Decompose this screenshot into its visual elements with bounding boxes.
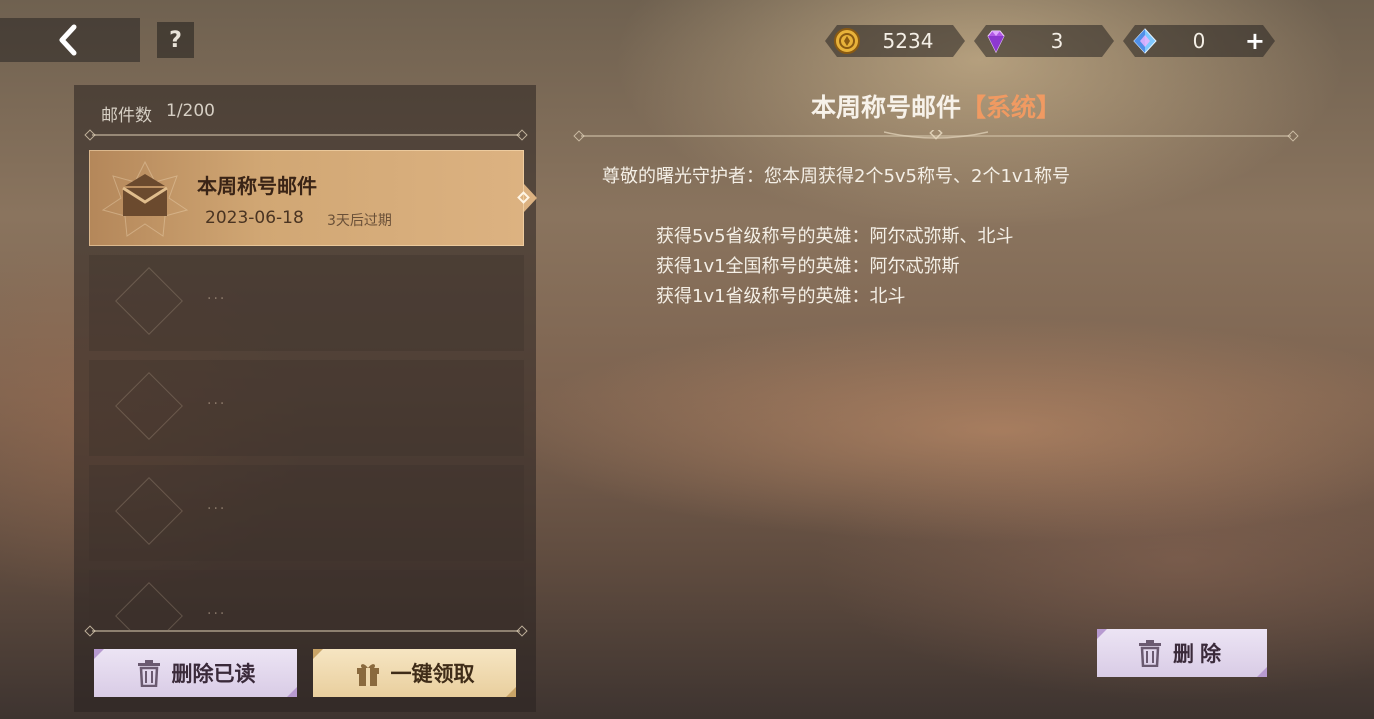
purple-gem-icon xyxy=(982,27,1010,55)
delete-read-button[interactable]: 删除已读 xyxy=(94,649,297,697)
back-button[interactable] xyxy=(0,18,140,62)
trash-icon xyxy=(1139,640,1161,667)
mail-body-line: 获得5v5省级称号的英雄：阿尔忒弥斯、北斗 xyxy=(656,226,1014,247)
corner-accent xyxy=(1257,667,1267,677)
gold-currency: 5234 xyxy=(825,25,965,57)
mail-body-line: 获得1v1省级称号的英雄：北斗 xyxy=(656,286,906,307)
mail-item-date: 2023-06-18 xyxy=(205,208,304,228)
list-top-divider xyxy=(92,134,520,136)
list-bottom-divider xyxy=(92,630,520,632)
corner-accent xyxy=(287,687,297,697)
empty-slot-dots: ··· xyxy=(207,291,227,307)
trash-icon xyxy=(137,660,160,687)
corner-accent xyxy=(94,649,104,659)
blue-crystal-icon xyxy=(1131,27,1159,55)
gold-coin-icon xyxy=(833,27,861,55)
mail-item-title: 本周称号邮件 xyxy=(197,174,317,198)
empty-slot-diamond xyxy=(115,267,183,335)
empty-slot-dots: ··· xyxy=(207,606,227,622)
chevron-left-icon xyxy=(59,24,77,56)
empty-slot-diamond xyxy=(115,477,183,545)
mail-count-label: 邮件数 xyxy=(101,106,152,126)
empty-slot-diamond xyxy=(115,582,183,630)
gem-currency: 3 xyxy=(974,25,1114,57)
mail-count-value: 1/200 xyxy=(166,101,215,121)
gold-value: 5234 xyxy=(882,29,934,53)
add-currency-button[interactable]: + xyxy=(1245,27,1265,55)
mail-body-line: 获得1v1全国称号的英雄：阿尔忒弥斯 xyxy=(656,256,960,277)
empty-mail-slot: ··· xyxy=(89,570,524,630)
gem-value: 3 xyxy=(1050,29,1064,53)
mail-detail-header: 本周称号邮件【系统】 xyxy=(575,88,1297,124)
mail-icon-badge xyxy=(97,158,193,238)
help-button[interactable]: ? xyxy=(157,22,194,58)
mail-detail-tag: 【系统】 xyxy=(961,93,1062,122)
delete-mail-button[interactable]: 删除 xyxy=(1097,629,1267,677)
delete-mail-label: 删除 xyxy=(1173,642,1227,666)
corner-accent xyxy=(506,687,516,697)
claim-all-button[interactable]: 一键领取 xyxy=(313,649,516,697)
gift-icon xyxy=(356,664,379,686)
mail-list-panel: 邮件数 1/200 本周称号邮件 2023-06-18 3天后过期 ··· ··… xyxy=(74,85,537,712)
corner-accent xyxy=(313,649,323,659)
delete-read-label: 删除已读 xyxy=(171,662,256,686)
empty-slot-dots: ··· xyxy=(207,396,227,412)
empty-slot-diamond xyxy=(115,372,183,440)
empty-mail-slot: ··· xyxy=(89,255,524,351)
mail-count: 邮件数 1/200 xyxy=(101,101,215,126)
crystal-currency: 0 + xyxy=(1123,25,1275,57)
corner-accent xyxy=(1097,629,1107,639)
empty-mail-slot: ··· xyxy=(89,360,524,456)
envelope-icon xyxy=(101,160,189,237)
claim-all-label: 一键领取 xyxy=(390,662,475,686)
empty-mail-slot: ··· xyxy=(89,465,524,561)
mail-detail-title: 本周称号邮件 xyxy=(810,93,961,122)
header-ornament xyxy=(884,130,988,140)
mail-item-expire: 3天后过期 xyxy=(327,213,392,229)
mail-item[interactable]: 本周称号邮件 2023-06-18 3天后过期 xyxy=(89,150,537,246)
empty-slot-dots: ··· xyxy=(207,501,227,517)
mail-body-greeting: 尊敬的曙光守护者：您本周获得2个5v5称号、2个1v1称号 xyxy=(602,166,1071,187)
crystal-value: 0 xyxy=(1192,29,1206,53)
